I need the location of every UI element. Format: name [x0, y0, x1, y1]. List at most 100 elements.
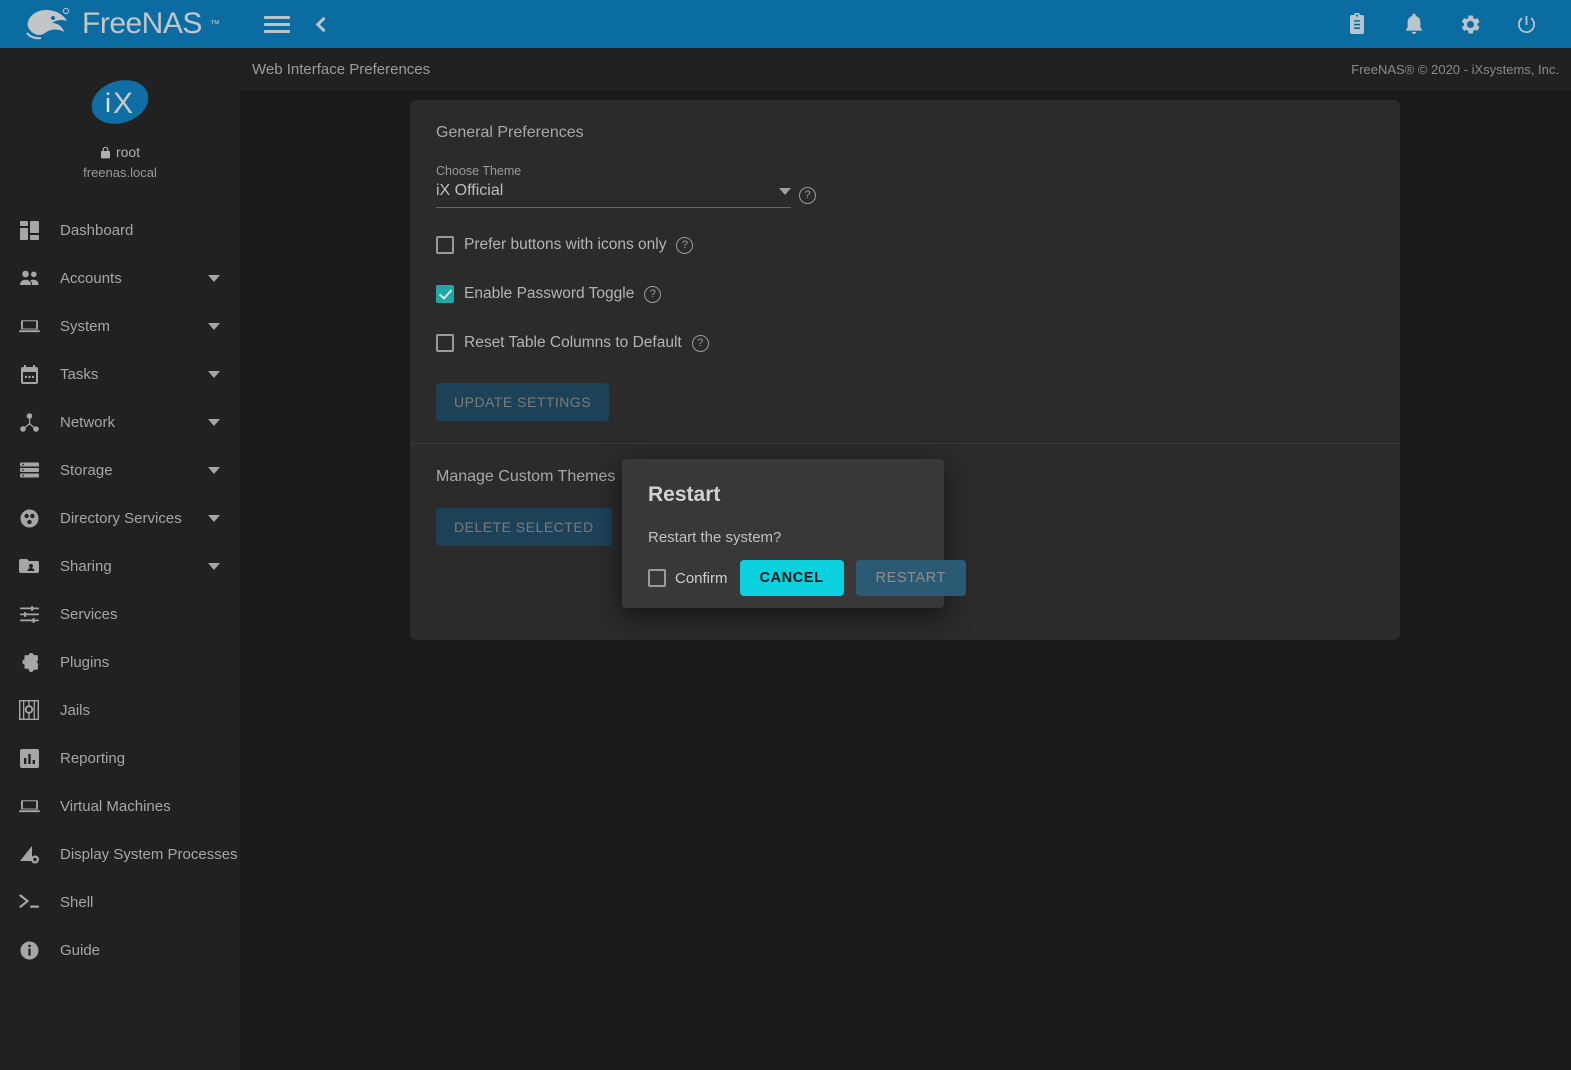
enable-password-toggle-checkbox[interactable]	[436, 285, 454, 303]
sidebar-item-label: Network	[60, 414, 208, 431]
sidebar-item-services[interactable]: Services	[0, 590, 240, 638]
chevron-down-icon[interactable]	[208, 323, 220, 330]
chevron-down-icon[interactable]	[208, 563, 220, 570]
dashboard-icon	[14, 221, 44, 240]
sidebar-item-directory-services[interactable]: Directory Services	[0, 494, 240, 542]
help-icon[interactable]: ?	[676, 237, 693, 254]
choose-theme-label: Choose Theme	[436, 164, 816, 178]
reset-table-columns-checkbox[interactable]	[436, 334, 454, 352]
sidebar-item-guide[interactable]: Guide	[0, 926, 240, 974]
sidebar-item-virtual-machines[interactable]: Virtual Machines	[0, 782, 240, 830]
sidebar-item-label: Plugins	[60, 654, 220, 671]
settings-gear-icon[interactable]	[1455, 9, 1485, 39]
virtual-machines-icon	[14, 798, 44, 814]
notifications-icon[interactable]	[1399, 9, 1429, 39]
general-preferences-section: General Preferences Choose Theme iX Offi…	[410, 100, 1400, 421]
tasks-icon[interactable]	[1343, 9, 1373, 39]
general-preferences-title: General Preferences	[436, 124, 1374, 142]
sidebar-item-tasks[interactable]: Tasks	[0, 350, 240, 398]
hamburger-menu-icon[interactable]	[262, 9, 292, 39]
pref-buttons-icons-only-checkbox[interactable]	[436, 236, 454, 254]
plugins-puzzle-icon	[14, 653, 44, 672]
sidebar-item-shell[interactable]: Shell	[0, 878, 240, 926]
sidebar-item-storage[interactable]: Storage	[0, 446, 240, 494]
reset-table-columns-label: Reset Table Columns to Default	[464, 334, 682, 352]
sidebar-item-jails[interactable]: Jails	[0, 686, 240, 734]
sidebar-item-display-system-processes[interactable]: Display System Processes	[0, 830, 240, 878]
sidebar-item-label: Sharing	[60, 558, 208, 575]
delete-selected-button[interactable]: DELETE SELECTED	[436, 508, 612, 546]
chevron-down-icon[interactable]	[208, 515, 220, 522]
confirm-label: Confirm	[675, 570, 728, 587]
sidebar-navigation: i X root freenas.local Dashboard Account…	[0, 48, 240, 1070]
brand-trademark: ™	[210, 19, 220, 30]
reporting-chart-icon	[14, 749, 44, 768]
directory-services-icon	[14, 509, 44, 528]
pref-buttons-icons-only-label: Prefer buttons with icons only	[464, 236, 666, 254]
enable-password-toggle-row: Enable Password Toggle ?	[436, 285, 1374, 303]
jails-icon	[14, 700, 44, 720]
power-icon[interactable]	[1511, 9, 1541, 39]
user-name-row: root	[0, 144, 240, 160]
restart-button[interactable]: RESTART	[856, 560, 967, 596]
brand-logo[interactable]: FreeNAS ™	[0, 0, 240, 48]
ix-avatar: i X	[89, 76, 151, 128]
sidebar-item-label: Jails	[60, 702, 220, 719]
chevron-down-icon	[779, 188, 791, 195]
sidebar-item-label: System	[60, 318, 208, 335]
chevron-down-icon[interactable]	[208, 467, 220, 474]
svg-text:i: i	[105, 88, 111, 118]
help-icon[interactable]: ?	[644, 286, 661, 303]
sidebar-item-label: Virtual Machines	[60, 798, 220, 815]
accounts-people-icon	[14, 270, 44, 286]
update-settings-button[interactable]: UPDATE SETTINGS	[436, 383, 609, 421]
sidebar-item-system[interactable]: System	[0, 302, 240, 350]
sidebar-item-accounts[interactable]: Accounts	[0, 254, 240, 302]
network-icon	[14, 413, 44, 432]
user-name-label: root	[116, 144, 140, 160]
page-title: Web Interface Preferences	[252, 61, 430, 78]
chevron-left-icon[interactable]	[306, 9, 336, 39]
confirm-checkbox[interactable]	[648, 569, 666, 587]
help-icon[interactable]: ?	[692, 335, 709, 352]
help-icon[interactable]: ?	[799, 187, 816, 204]
sidebar-item-network[interactable]: Network	[0, 398, 240, 446]
sidebar-item-label: Reporting	[60, 750, 220, 767]
freenas-shark-logo-icon	[22, 7, 74, 41]
brand-name: FreeNAS	[82, 7, 202, 41]
sidebar-item-label: Services	[60, 606, 220, 623]
sidebar-item-sharing[interactable]: Sharing	[0, 542, 240, 590]
reset-table-columns-row: Reset Table Columns to Default ?	[436, 334, 1374, 352]
chevron-down-icon[interactable]	[208, 371, 220, 378]
nav-list: Dashboard Accounts System Tasks Network	[0, 206, 240, 974]
sidebar-item-label: Storage	[60, 462, 208, 479]
system-laptop-icon	[14, 318, 44, 334]
sidebar-item-dashboard[interactable]: Dashboard	[0, 206, 240, 254]
restart-dialog-actions: Confirm CANCEL RESTART	[648, 560, 918, 596]
theme-select[interactable]: iX Official	[436, 182, 791, 208]
restart-dialog-message: Restart the system?	[648, 529, 918, 546]
sidebar-item-label: Guide	[60, 942, 220, 959]
sidebar-item-label: Accounts	[60, 270, 208, 287]
choose-theme-field: Choose Theme iX Official ?	[436, 164, 816, 208]
pref-buttons-icons-only-row: Prefer buttons with icons only ?	[436, 236, 1374, 254]
sidebar-item-label: Dashboard	[60, 222, 220, 239]
copyright-text: FreeNAS® © 2020 - iXsystems, Inc.	[1351, 62, 1559, 77]
freenas-web-ui: FreeNAS ™	[0, 0, 1571, 1070]
guide-info-icon	[14, 941, 44, 960]
services-sliders-icon	[14, 606, 44, 623]
top-bar: FreeNAS ™	[0, 0, 1571, 48]
user-host-label: freenas.local	[0, 165, 240, 180]
chevron-down-icon[interactable]	[208, 419, 220, 426]
system-processes-icon	[14, 845, 44, 864]
chevron-down-icon[interactable]	[208, 275, 220, 282]
cancel-button[interactable]: CANCEL	[740, 560, 844, 596]
sidebar-item-reporting[interactable]: Reporting	[0, 734, 240, 782]
user-block: i X root freenas.local	[0, 48, 240, 194]
tasks-calendar-icon	[14, 365, 44, 384]
sidebar-item-label: Display System Processes	[60, 846, 238, 863]
sidebar-item-plugins[interactable]: Plugins	[0, 638, 240, 686]
storage-icon	[14, 462, 44, 478]
sidebar-item-label: Tasks	[60, 366, 208, 383]
svg-text:X: X	[113, 87, 133, 120]
